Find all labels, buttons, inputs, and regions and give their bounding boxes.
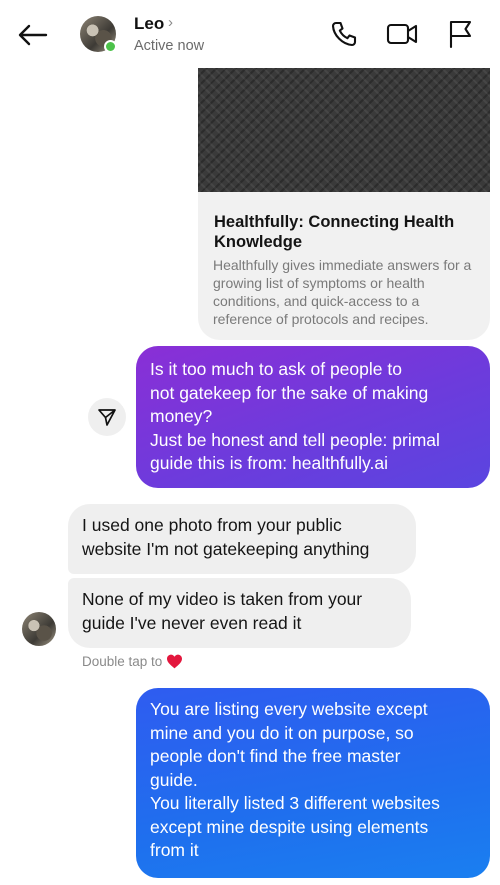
- link-preview-title: Healthfully: Connecting Health Knowledge: [214, 213, 455, 251]
- message-bubble-incoming[interactable]: None of my video is taken from your guid…: [68, 578, 411, 648]
- active-status: Active now: [134, 38, 205, 54]
- message-text-line: except mine despite using elements: [150, 816, 429, 837]
- send-icon: [98, 409, 116, 426]
- share-message-button[interactable]: [88, 398, 126, 436]
- message-text-line: guide I've never even read it: [82, 612, 302, 633]
- heart-icon: [167, 654, 183, 669]
- message-bubble-incoming[interactable]: I used one photo from your public websit…: [68, 504, 416, 574]
- message-text-line: not gatekeep for the sake of making: [150, 382, 429, 403]
- contact-name[interactable]: Leo: [134, 14, 164, 34]
- link-preview-card[interactable]: Healthfully: Connecting Health Knowledge…: [198, 68, 490, 340]
- report-button[interactable]: [444, 18, 476, 50]
- message-text-line: website I'm not gatekeeping anything: [82, 538, 370, 559]
- message-text-line: You are listing every website except: [150, 699, 428, 719]
- video-call-button[interactable]: [386, 18, 418, 50]
- online-status-dot: [104, 40, 117, 53]
- message-text-line: money?: [150, 406, 213, 426]
- call-button[interactable]: [328, 18, 360, 50]
- sender-avatar[interactable]: [22, 612, 56, 646]
- flag-icon: [449, 20, 472, 49]
- message-bubble-outgoing[interactable]: Is it too much to ask of people to not g…: [136, 346, 490, 488]
- message-text-line: people don't find the free master: [150, 746, 401, 766]
- chat-header: Leo › Active now: [0, 0, 500, 68]
- arrow-left-icon: [18, 24, 48, 46]
- message-text-line: You literally listed 3 different website…: [150, 793, 440, 813]
- message-text-line: guide.: [150, 769, 198, 790]
- double-tap-text: Double tap to: [82, 654, 163, 669]
- message-text-line: guide this is from: healthfully.ai: [150, 453, 388, 473]
- double-tap-hint: Double tap to: [82, 654, 183, 669]
- message-text-line: None of my video is taken from your: [82, 589, 363, 609]
- message-bubble-outgoing[interactable]: You are listing every website except min…: [136, 688, 490, 878]
- message-text-line: mine and you do it on purpose, so: [150, 722, 414, 743]
- message-text-line: I used one photo from your public: [82, 515, 342, 535]
- link-preview-image: [198, 68, 490, 192]
- chat-screen: Leo › Active now Healthfully: Connecting…: [0, 0, 500, 885]
- link-preview-description: Healthfully gives immediate answers for …: [213, 257, 472, 327]
- message-text-line: from it: [150, 840, 199, 860]
- message-text-line: Is it too much to ask of people to: [150, 359, 402, 379]
- chevron-right-icon[interactable]: ›: [168, 14, 173, 31]
- phone-icon: [331, 21, 357, 47]
- message-text-line: Just be honest and tell people: primal: [150, 429, 440, 450]
- back-button[interactable]: [16, 18, 50, 52]
- video-camera-icon: [386, 23, 418, 45]
